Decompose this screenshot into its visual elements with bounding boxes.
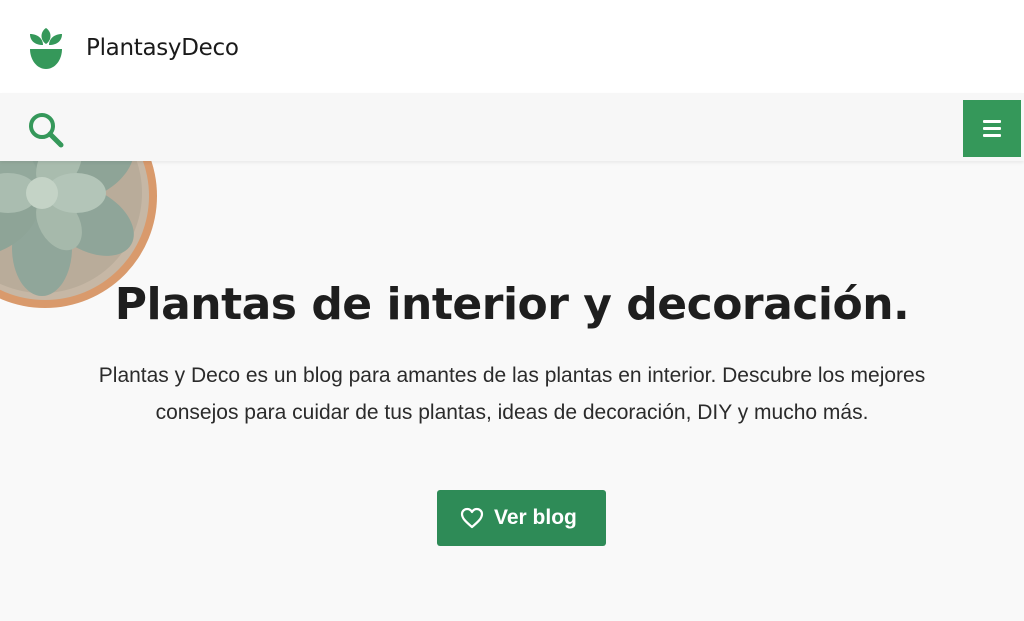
hero-description: Plantas y Deco es un blog para amantes d…: [98, 364, 926, 424]
search-button[interactable]: [26, 110, 66, 150]
search-icon: [29, 113, 64, 148]
heart-icon: [460, 507, 484, 529]
ver-blog-label: Ver blog: [494, 506, 577, 529]
ver-blog-button[interactable]: Ver blog: [437, 490, 606, 546]
hero-title: Plantas de interior y decoración.: [114, 279, 910, 330]
menu-button[interactable]: [963, 100, 1021, 157]
hero-section: Plantas de interior y decoración. Planta…: [0, 161, 1024, 621]
logo-icon[interactable]: [26, 26, 66, 70]
brand-name[interactable]: PlantasyDeco: [86, 35, 239, 61]
nav-bar: [0, 93, 1024, 161]
site-header: PlantasyDeco: [0, 0, 1024, 93]
